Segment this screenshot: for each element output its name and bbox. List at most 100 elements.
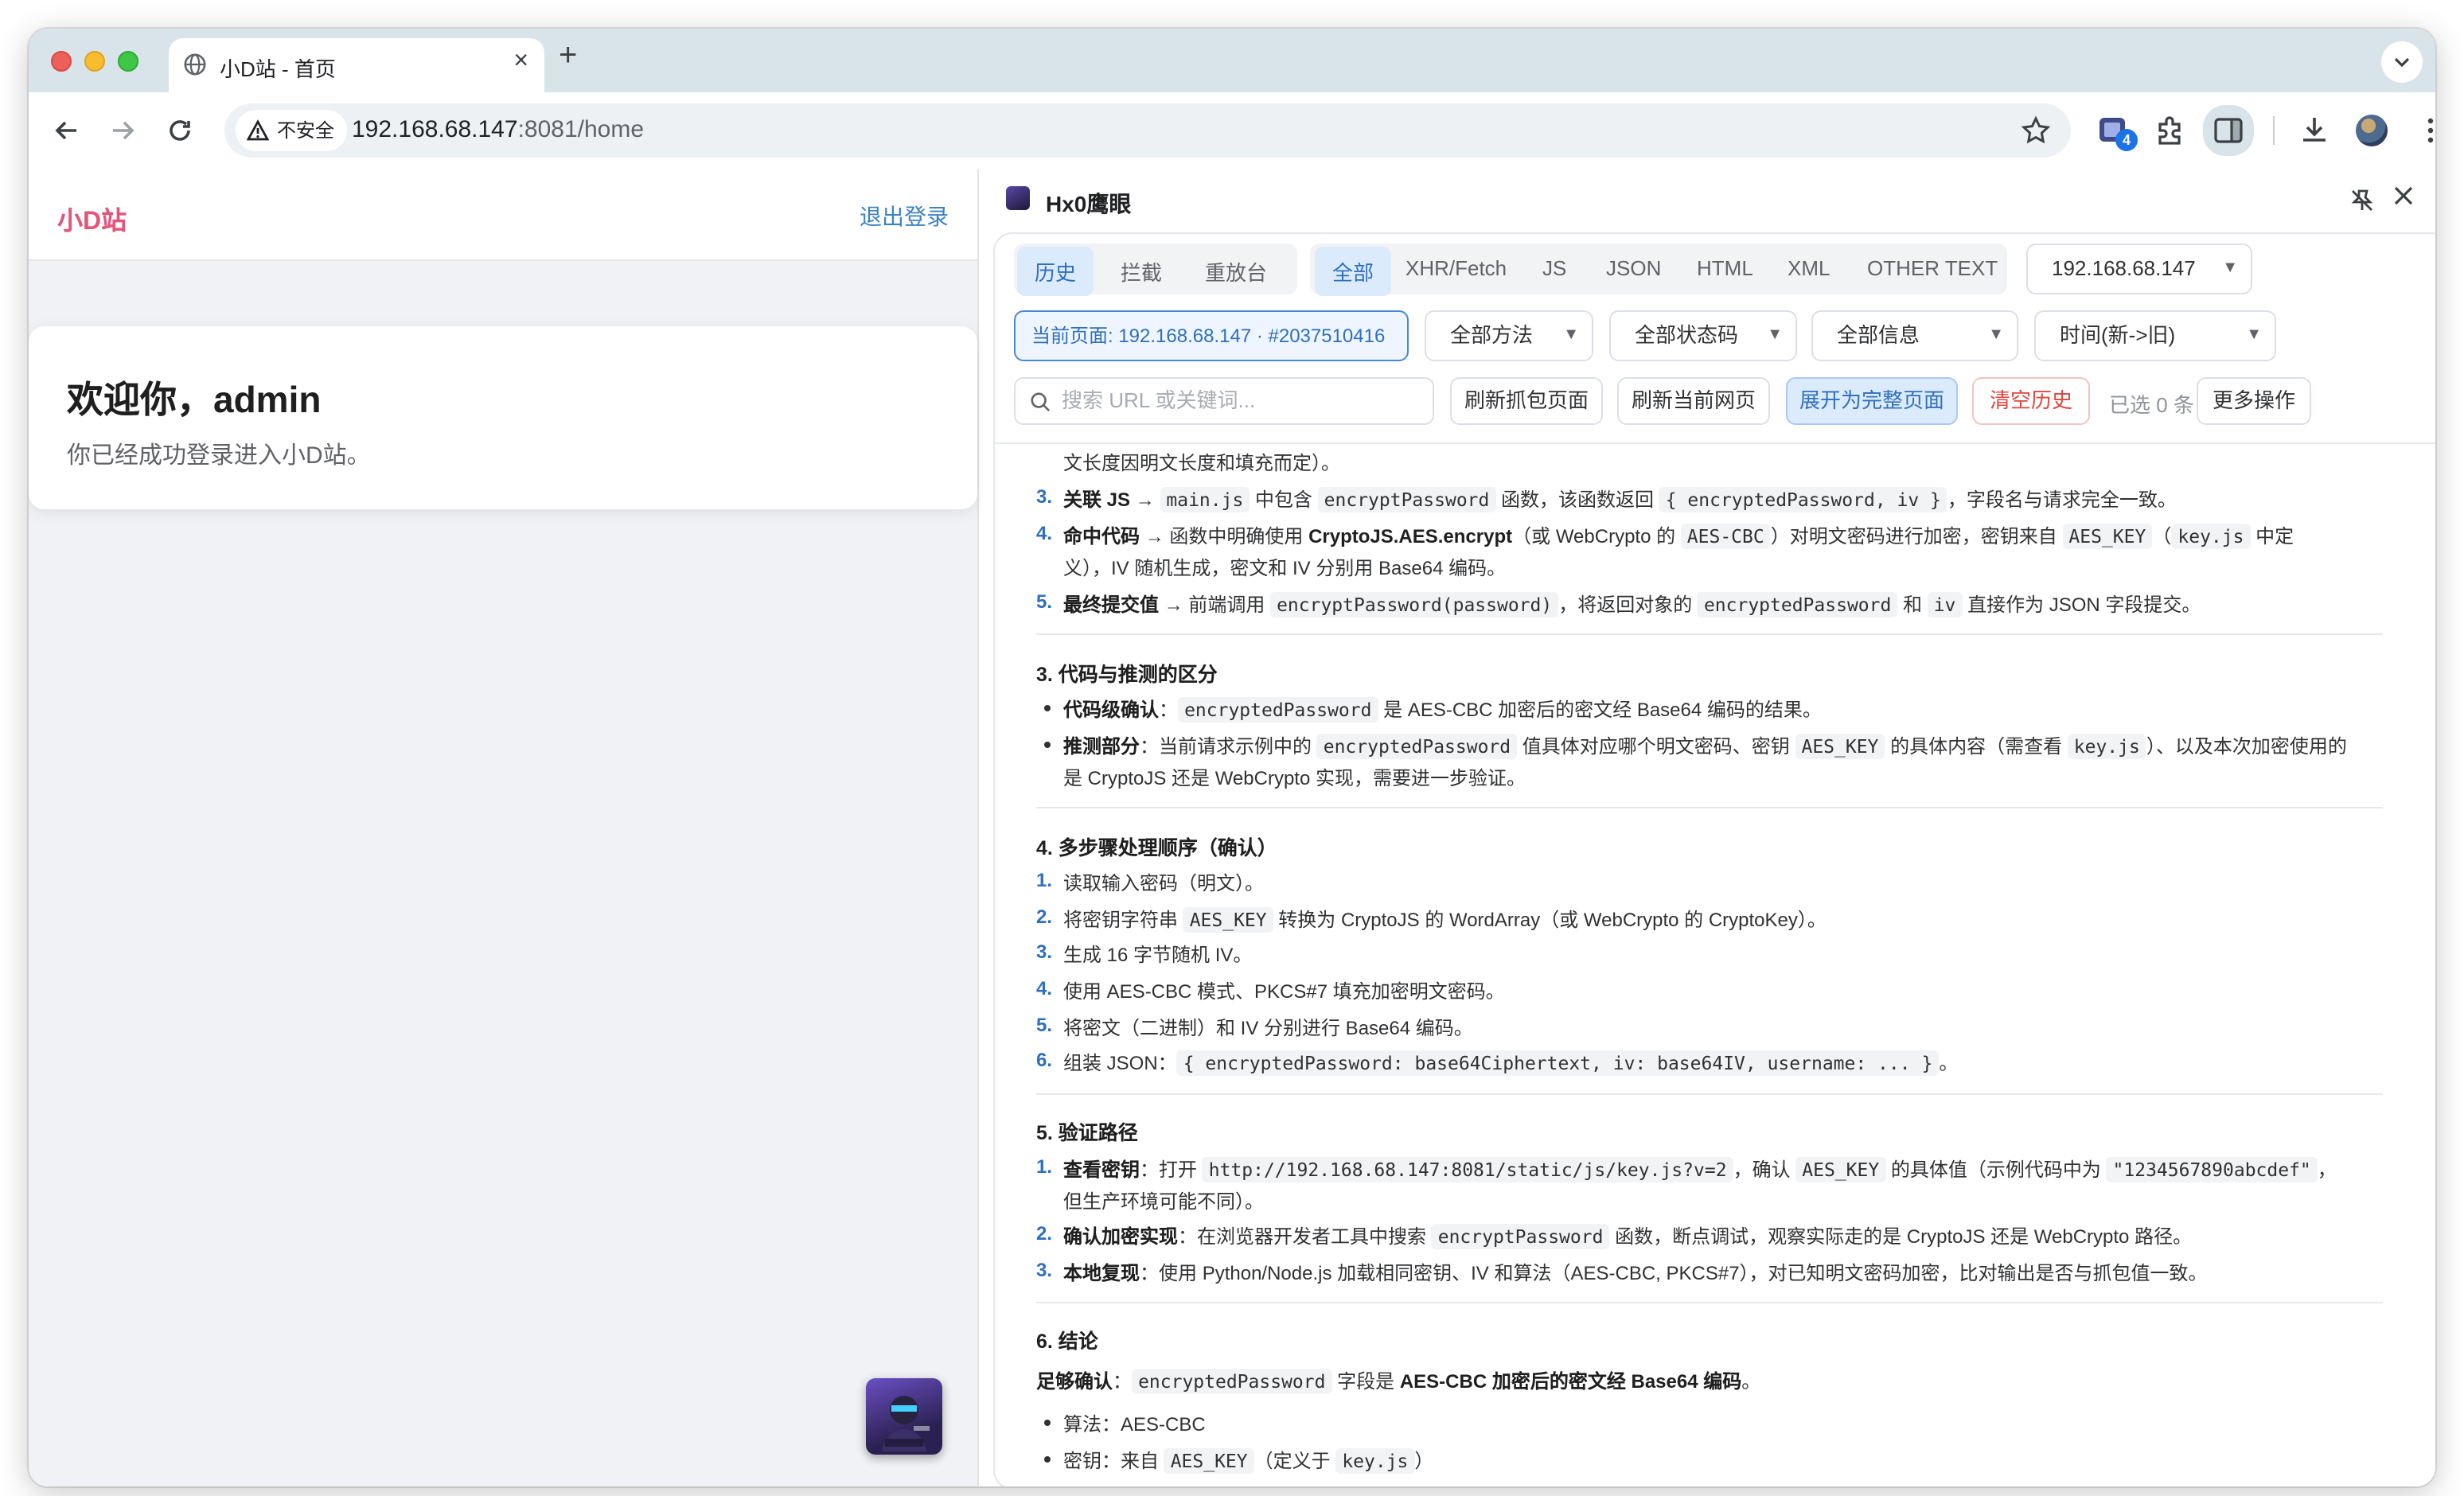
list-number: 1. <box>1036 1155 1053 1178</box>
address-bar[interactable]: 不安全 192.168.68.147:8081/home <box>224 103 2071 158</box>
back-arrow-icon[interactable] <box>51 115 83 146</box>
type-filter-tabs: 全部 XHR/Fetch JS JSON HTML XML OTHER TEXT <box>1310 243 2007 296</box>
new-tab-button[interactable]: + <box>559 38 577 75</box>
report-item: 密钥：来自 AES_KEY （定义于 key.js） <box>1063 1448 1434 1474</box>
site-logo[interactable]: 小D站 <box>57 199 127 237</box>
extension-badge: 4 <box>2115 129 2138 151</box>
section-heading: 6. 结论 <box>1036 1330 1098 1353</box>
warning-icon <box>247 119 269 141</box>
more-vert-icon[interactable] <box>2413 113 2435 148</box>
report-item-cont: 义），IV 随机生成，密文和 IV 分别用 Base64 编码。 <box>1063 557 1507 579</box>
report-item-cont: 但生产环境可能不同）。 <box>1063 1190 1265 1213</box>
method-select[interactable]: 全部方法 ▼ <box>1425 310 1593 361</box>
bullet <box>1044 1420 1051 1426</box>
bullet <box>1044 1456 1051 1463</box>
reload-icon[interactable] <box>164 115 196 146</box>
tab-intercept[interactable]: 拦截 <box>1121 256 1162 286</box>
close-window-button[interactable] <box>51 51 72 72</box>
status-select[interactable]: 全部状态码 ▼ <box>1609 310 1797 361</box>
side-panel-toggle[interactable] <box>2203 105 2254 156</box>
logout-link[interactable]: 退出登录 <box>860 201 949 232</box>
current-page-chip[interactable]: 当前页面: 192.168.68.147 · #2037510416 <box>1014 310 1409 361</box>
section-heading: 3. 代码与推测的区分 <box>1036 664 1218 686</box>
url-host: 192.168.68.147 <box>352 116 518 143</box>
extension-icon[interactable]: 4 <box>2096 113 2138 151</box>
report-line: 文长度因明文长度和填充而定）。 <box>1063 452 1341 474</box>
clear-history-button[interactable]: 清空历史 <box>1972 377 2090 425</box>
more-actions-button[interactable]: 更多操作 <box>2197 377 2311 425</box>
refresh-current-button[interactable]: 刷新当前网页 <box>1617 377 1770 425</box>
search-input[interactable]: 搜索 URL 或关键词... <box>1014 377 1434 425</box>
sort-select[interactable]: 时间(新->旧) ▼ <box>2034 310 2276 361</box>
bullet <box>1044 705 1051 711</box>
close-icon[interactable] <box>2391 183 2416 208</box>
chevron-down-icon: ▼ <box>2246 326 2262 344</box>
bullet <box>1044 742 1051 748</box>
report-item: 查看密钥：打开 http://192.168.68.147:8081/stati… <box>1063 1157 2337 1182</box>
minimize-window-button[interactable] <box>84 51 105 72</box>
report-item-cont: 是 CryptoJS 还是 WebCrypto 实现，需要进一步验证。 <box>1063 767 1526 789</box>
chevron-down-icon: ▼ <box>1767 326 1783 344</box>
site-header: 小D站 退出登录 <box>29 169 977 261</box>
list-number: 4. <box>1036 977 1053 999</box>
forward-arrow-icon[interactable] <box>107 115 138 146</box>
tab-strip: 小D站 - 首页 × + <box>29 29 2435 92</box>
tab-replay[interactable]: 重放台 <box>1205 256 1267 286</box>
tab-type-xhr[interactable]: XHR/Fetch <box>1405 256 1507 280</box>
tab-close-icon[interactable]: × <box>513 48 528 76</box>
list-number: 4. <box>1036 522 1053 544</box>
hawkeye-main: 历史 拦截 重放台 全部 XHR/Fetch JS JSON HTML XML … <box>993 232 2435 1486</box>
status-select-value: 全部状态码 <box>1635 323 1739 347</box>
tab-type-js[interactable]: JS <box>1542 256 1566 280</box>
host-select[interactable]: 192.168.68.147 ▼ <box>2026 243 2252 294</box>
report-item: 本地复现：使用 Python/Node.js 加载相同密钥、IV 和算法（AES… <box>1063 1262 2208 1284</box>
hawkeye-floating-logo[interactable] <box>866 1378 942 1455</box>
bookmark-star-icon[interactable] <box>2020 115 2052 146</box>
report-item: 关联 JS → main.js 中包含 encryptPassword 函数，该… <box>1063 487 2177 512</box>
browser-tab-active[interactable]: 小D站 - 首页 × <box>169 38 544 92</box>
tab-history[interactable]: 历史 <box>1017 247 1094 296</box>
tab-type-json[interactable]: JSON <box>1606 256 1661 280</box>
report-item: 最终提交值 → 前端调用 encryptPassword(password) ，将… <box>1063 592 2201 617</box>
analysis-report: 文长度因明文长度和填充而定）。 3. 关联 JS → main.js 中包含 e… <box>995 442 2435 1486</box>
list-number: 6. <box>1036 1049 1053 1071</box>
maximize-window-button[interactable] <box>118 51 138 72</box>
section-heading: 4. 多步骤处理顺序（确认） <box>1036 837 1277 859</box>
download-icon[interactable] <box>2297 113 2332 148</box>
profile-avatar[interactable] <box>2356 115 2388 146</box>
report-item: 代码级确认： encryptedPassword 是 AES-CBC 加密后的密文… <box>1063 697 1822 723</box>
report-item: 将密文（二进制）和 IV 分别进行 Base64 编码。 <box>1063 1017 1473 1039</box>
puzzle-extensions-icon[interactable] <box>2154 113 2189 148</box>
security-chip[interactable]: 不安全 <box>236 110 348 151</box>
url-text[interactable]: 192.168.68.147:8081/home <box>352 116 644 143</box>
section-heading: 5. 验证路径 <box>1036 1122 1138 1144</box>
toolbar-divider <box>2273 116 2275 145</box>
list-number: 2. <box>1036 906 1053 928</box>
report-item: 生成 16 字节随机 IV。 <box>1063 944 1253 966</box>
extension-side-panel: Hx0鹰眼 历史 拦截 重放台 全部 XHR/Fetch JS JSON HTM… <box>981 169 2435 1486</box>
report-item: 确认加密实现：在浏览器开发者工具中搜索 encryptPassword 函数，断… <box>1063 1224 2193 1249</box>
sort-select-value: 时间(新->旧) <box>2060 323 2176 347</box>
tab-type-html[interactable]: HTML <box>1697 256 1753 280</box>
browser-window: 小D站 - 首页 × + 不安全 192.168.68.147:8081/hom… <box>29 29 2435 1486</box>
tab-search-button[interactable] <box>2381 41 2423 83</box>
report-item: 将密钥字符串 AES_KEY 转换为 CryptoJS 的 WordArray（… <box>1063 907 1827 933</box>
report-item: 组装 JSON：{ encryptedPassword: base64Ciphe… <box>1063 1050 1959 1076</box>
divider <box>1036 1302 2383 1303</box>
chevron-down-icon <box>2394 57 2410 68</box>
side-panel-header: Hx0鹰眼 <box>981 169 2435 232</box>
welcome-subtitle: 你已经成功登录进入小D站。 <box>67 442 371 469</box>
tab-type-xml[interactable]: XML <box>1788 256 1830 280</box>
divider <box>1036 633 2383 635</box>
list-number: 3. <box>1036 941 1053 963</box>
list-number: 5. <box>1036 590 1053 613</box>
expand-full-page-button[interactable]: 展开为完整页面 <box>1786 377 1958 425</box>
chevron-down-icon: ▼ <box>1988 326 2004 344</box>
tab-type-other[interactable]: OTHER TEXT <box>1867 256 1998 280</box>
info-select[interactable]: 全部信息 ▼ <box>1811 310 2018 361</box>
unpin-icon[interactable] <box>2349 188 2375 213</box>
tab-type-all[interactable]: 全部 <box>1315 247 1392 296</box>
refresh-capture-button[interactable]: 刷新抓包页面 <box>1450 377 1603 425</box>
report-item: 推测部分：当前请求示例中的 encryptedPassword 值具体对应哪个明… <box>1063 734 2347 759</box>
report-item: 使用 AES-CBC 模式、PKCS#7 填充加密明文密码。 <box>1063 980 1505 1003</box>
